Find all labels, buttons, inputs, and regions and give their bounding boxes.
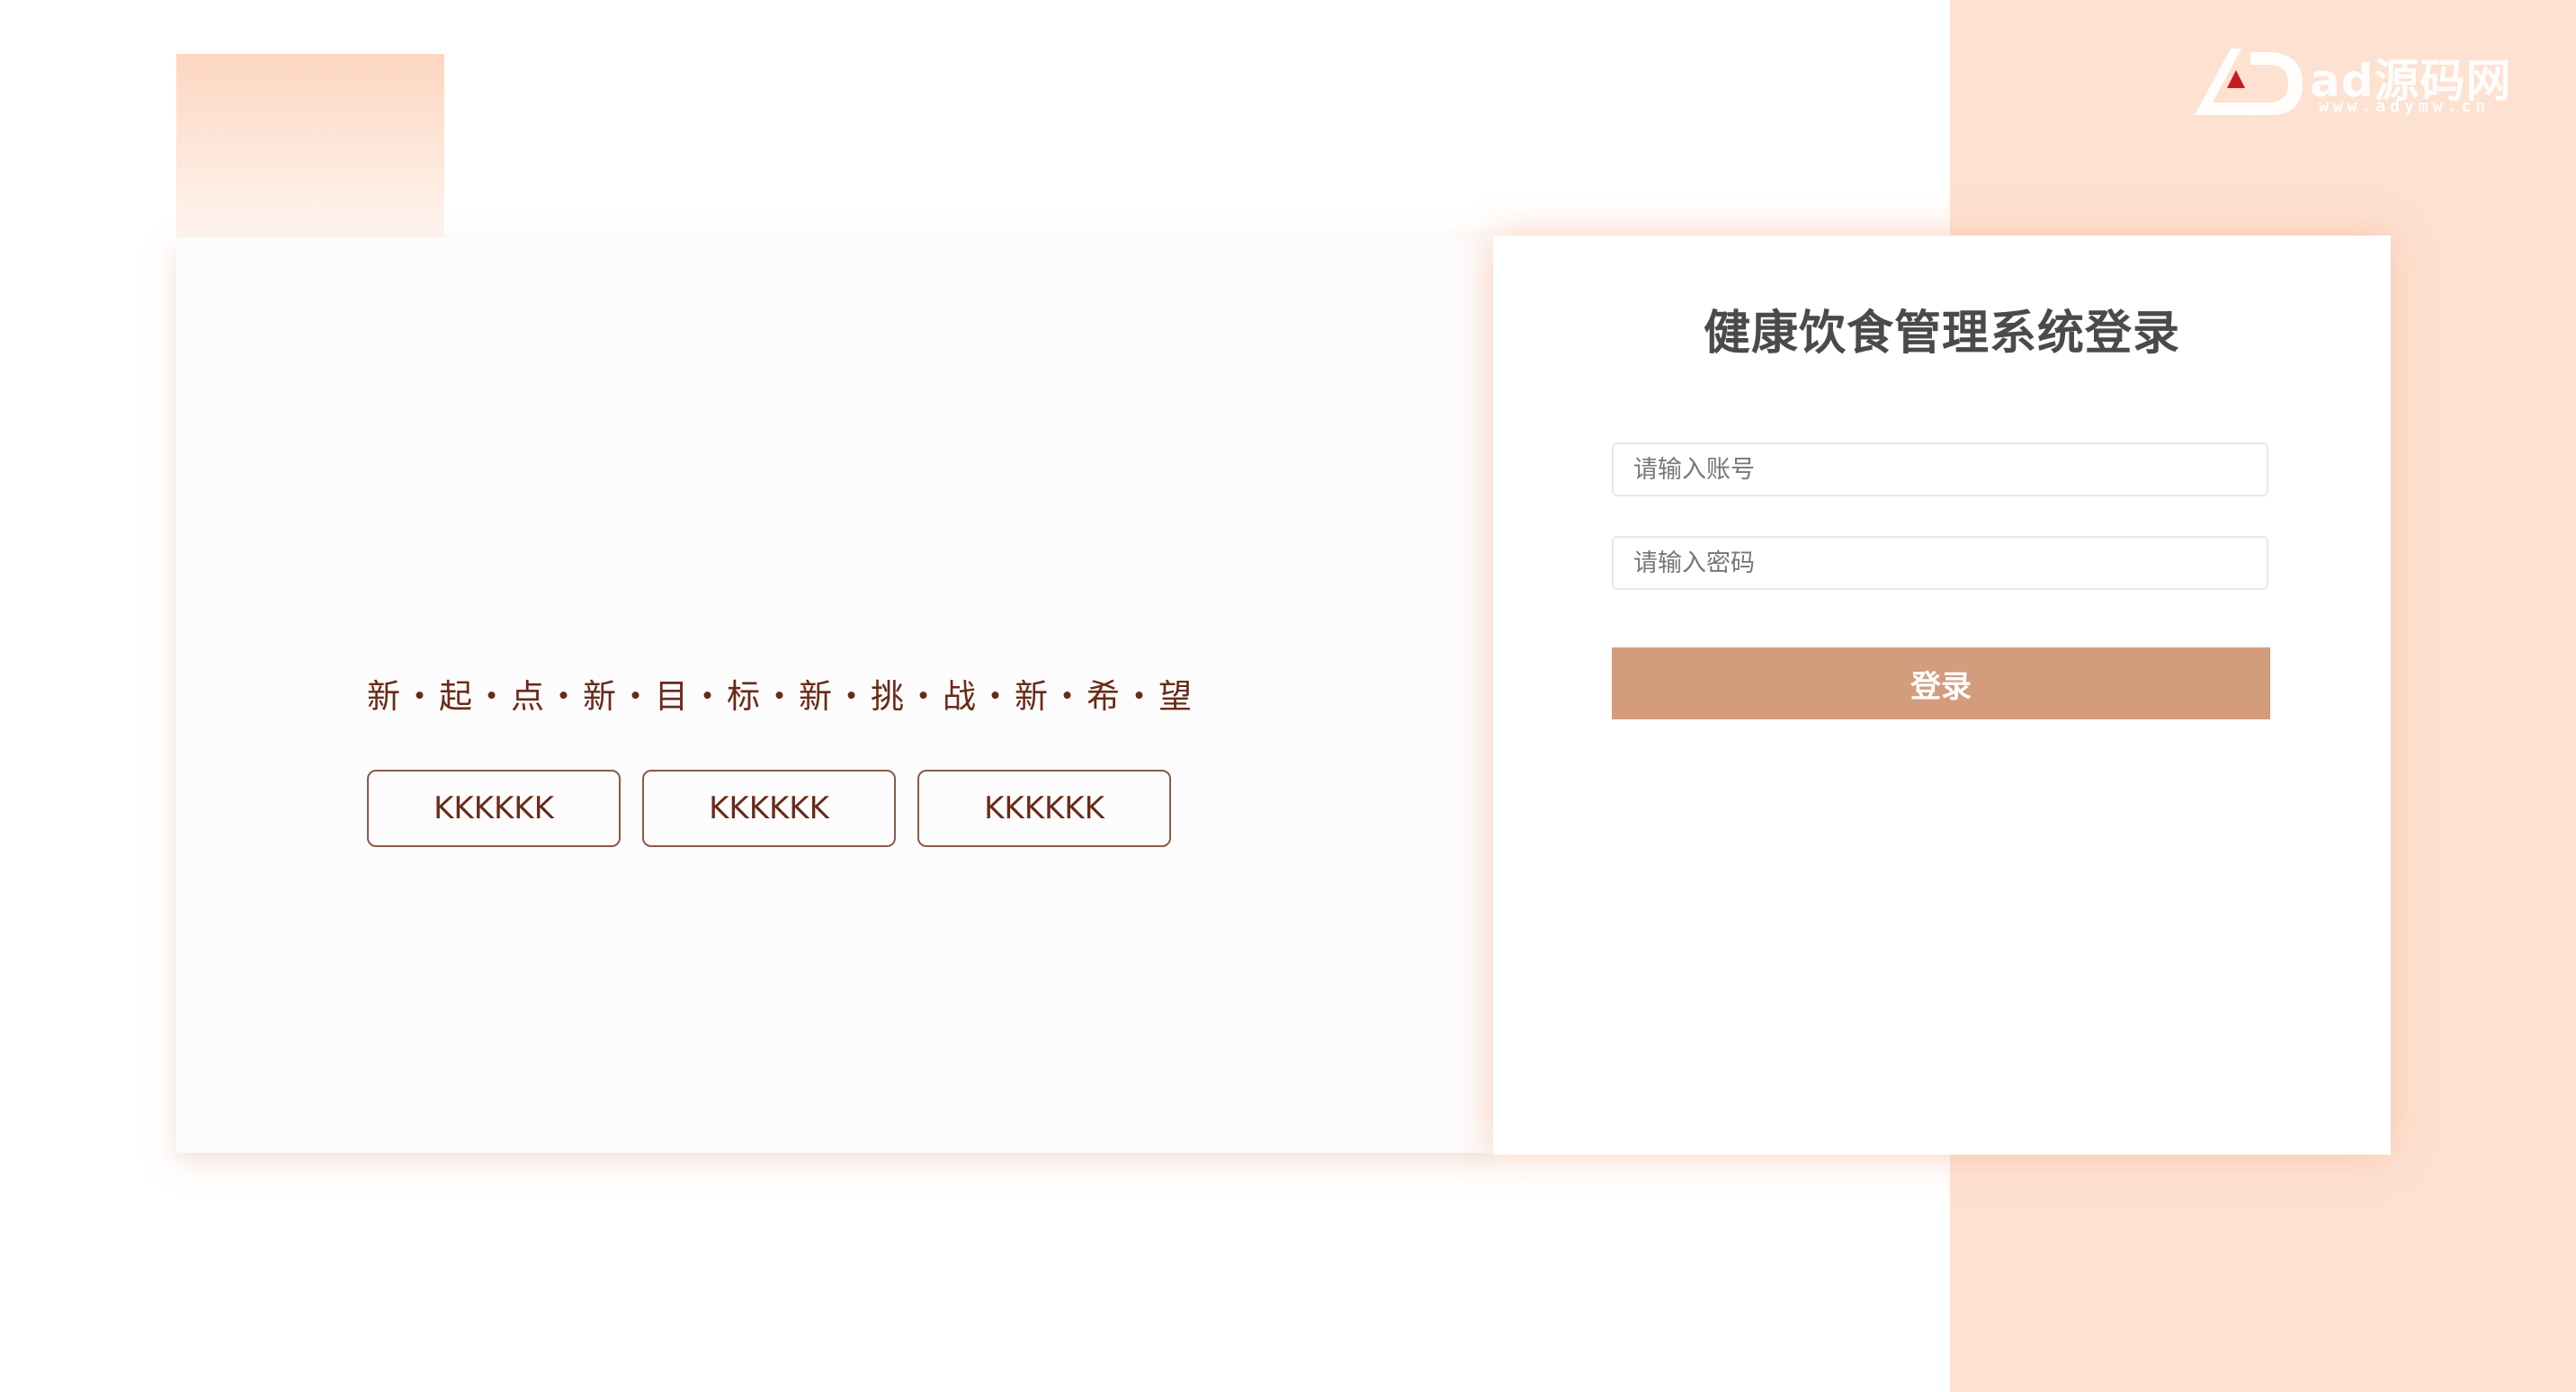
hero-pill-button[interactable]: KKKKKK	[367, 770, 621, 847]
login-card: 健康饮食管理系统登录 登录	[1493, 236, 2391, 1155]
watermark-url-text: www.adymw.cn	[2319, 97, 2491, 116]
ad-logo-icon	[2195, 49, 2303, 115]
login-button[interactable]: 登录	[1612, 647, 2270, 719]
hero-slogan: 新・起・点・新・目・标・新・挑・战・新・希・望	[367, 677, 1194, 716]
username-input[interactable]	[1612, 442, 2268, 496]
hero-pill-button[interactable]: KKKKKK	[917, 770, 1171, 847]
password-input[interactable]	[1612, 536, 2268, 590]
watermark-logo: ad源码网 www.adymw.cn	[2187, 43, 2529, 124]
login-title: 健康饮食管理系统登录	[1703, 307, 2180, 361]
decorative-corner-block	[176, 54, 444, 243]
hero-panel: 新・起・点・新・目・标・新・挑・战・新・希・望 KKKKKK KKKKKK KK…	[176, 237, 1495, 1153]
hero-pill-row: KKKKKK KKKKKK KKKKKK	[367, 770, 1193, 849]
hero-pill-button[interactable]: KKKKKK	[642, 770, 896, 847]
